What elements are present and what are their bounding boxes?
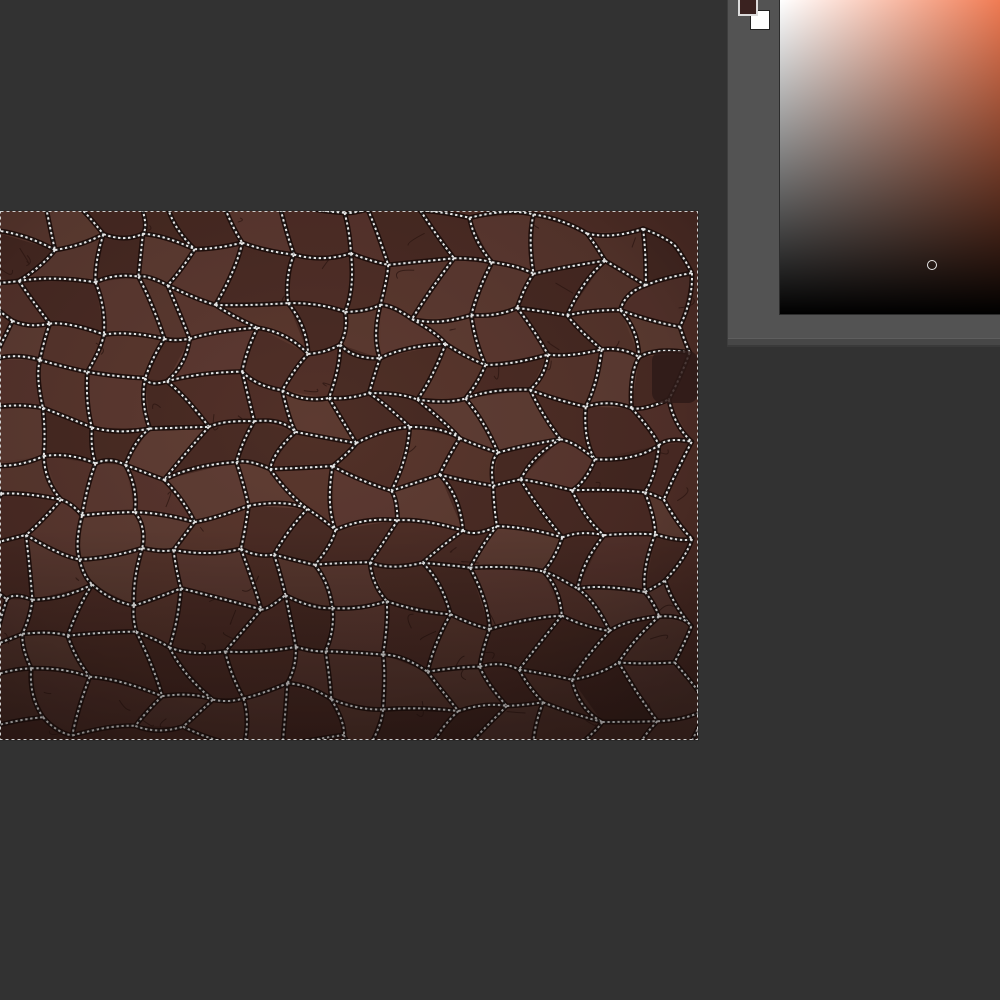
foreground-background-swatches[interactable] — [738, 0, 774, 32]
saturation-brightness-field[interactable] — [779, 0, 1000, 315]
panel-bottom-bar — [728, 338, 1000, 345]
document-workspace[interactable] — [0, 0, 1000, 1000]
dark-patch — [652, 351, 698, 403]
leather-texture-image — [0, 211, 698, 740]
leather-shadow-overlay — [0, 211, 698, 740]
color-picker-panel — [727, 0, 1000, 345]
foreground-color-swatch-icon[interactable] — [738, 0, 758, 16]
circle-cursor-icon[interactable] — [927, 260, 937, 270]
canvas-document[interactable] — [0, 211, 698, 740]
